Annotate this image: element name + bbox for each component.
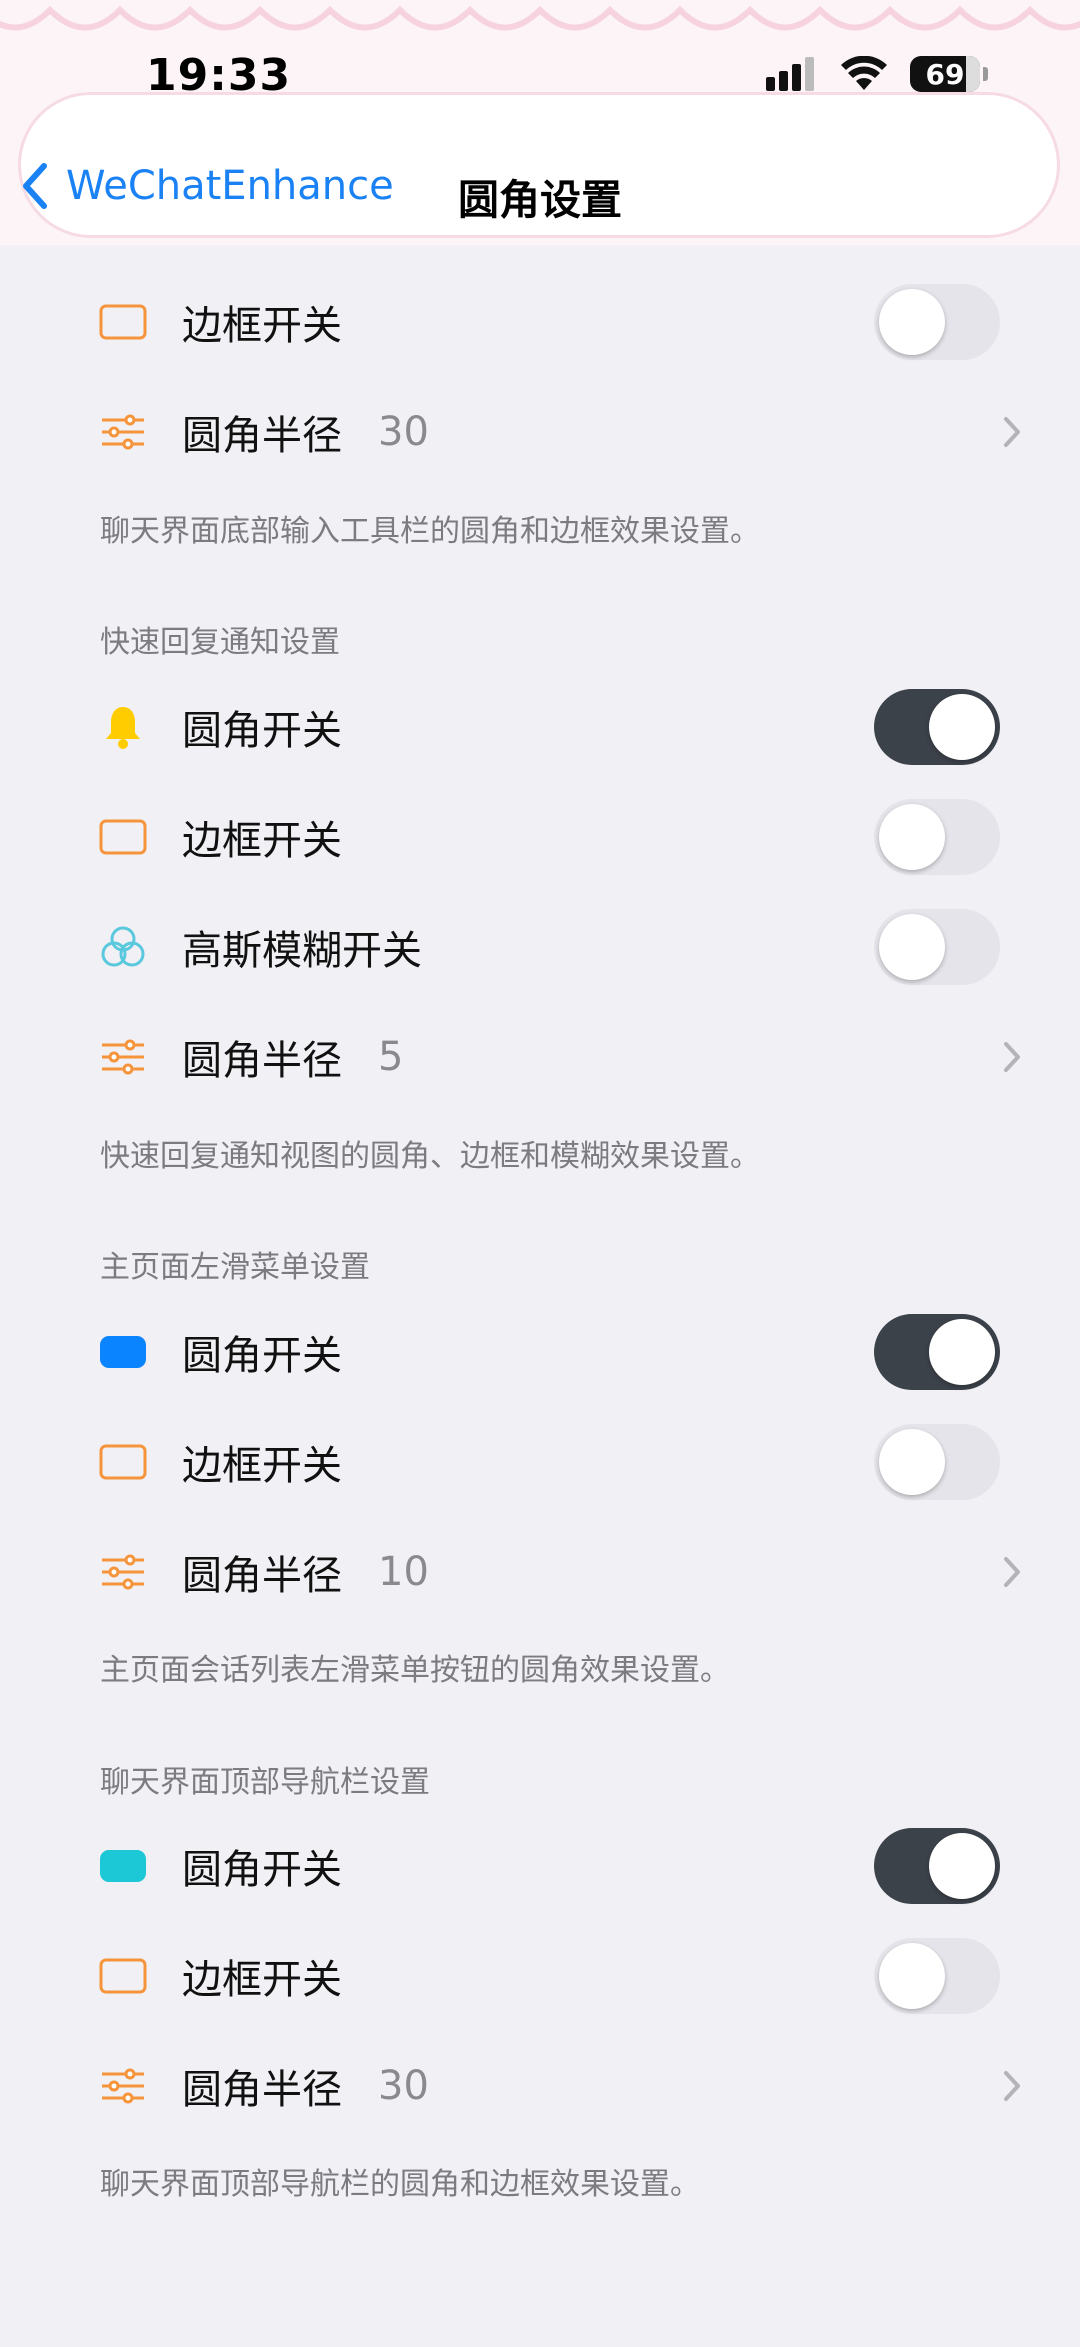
teal-rounded-rect-icon [98, 1841, 148, 1891]
border-toggle[interactable] [874, 1938, 1000, 2014]
section-footer: 快速回复通知视图的圆角、边框和模糊效果设置。 [100, 1139, 760, 1174]
notify-border-toggle-row[interactable]: 边框开关 [0, 782, 1080, 892]
status-time: 19:33 [146, 50, 292, 101]
row-label: 边框开关 [182, 303, 342, 349]
blur-circles-icon [98, 922, 148, 972]
swipe-radius-toggle-row[interactable]: 圆角开关 [0, 1297, 1080, 1407]
radius-toggle[interactable] [874, 1314, 1000, 1390]
radius-toggle[interactable] [874, 1828, 1000, 1904]
section-header: 聊天界面顶部导航栏设置 [100, 1765, 430, 1800]
blue-rounded-rect-icon [98, 1327, 148, 1377]
chevron-left-icon [23, 163, 47, 209]
border-square-icon [98, 1951, 148, 2001]
notify-radius-toggle-row[interactable]: 圆角开关 [0, 672, 1080, 782]
border-toggle[interactable] [874, 799, 1000, 875]
radius-value: 10 [378, 1549, 429, 1595]
row-label: 圆角开关 [182, 1847, 342, 1893]
navigation-header: 19:33 69 WeChatEnhance 圆角设置 [0, 0, 1080, 245]
row-label: 圆角半径 [182, 2067, 342, 2113]
back-button[interactable]: WeChatEnhance [20, 162, 394, 210]
cellular-signal-icon [766, 57, 814, 91]
navbar-radius-toggle-row[interactable]: 圆角开关 [0, 1811, 1080, 1921]
row-label: 边框开关 [182, 1443, 342, 1489]
battery-icon: 69 [910, 56, 988, 92]
sliders-icon [98, 1547, 148, 1597]
navbar-border-toggle-row[interactable]: 边框开关 [0, 1921, 1080, 2031]
section-footer: 聊天界面顶部导航栏的圆角和边框效果设置。 [100, 2167, 700, 2202]
sliders-icon [98, 2061, 148, 2111]
row-label: 圆角开关 [182, 1333, 342, 1379]
border-toggle[interactable] [874, 1424, 1000, 1500]
section-footer: 聊天界面底部输入工具栏的圆角和边框效果设置。 [100, 514, 760, 549]
row-label: 圆角半径 [182, 413, 342, 459]
chevron-right-icon [1004, 1042, 1020, 1072]
swipe-border-toggle-row[interactable]: 边框开关 [0, 1407, 1080, 1517]
row-label: 圆角半径 [182, 1038, 342, 1084]
chevron-right-icon [1004, 417, 1020, 447]
page-title: 圆角设置 [458, 176, 622, 224]
notify-radius-row[interactable]: 圆角半径 5 [0, 1002, 1080, 1112]
battery-level: 69 [925, 57, 965, 91]
swipe-radius-row[interactable]: 圆角半径 10 [0, 1517, 1080, 1627]
row-label: 圆角半径 [182, 1553, 342, 1599]
chevron-right-icon [1004, 2071, 1020, 2101]
radius-value: 30 [378, 409, 429, 455]
section-header: 快速回复通知设置 [100, 625, 340, 660]
row-label: 边框开关 [182, 1957, 342, 2003]
radius-value: 5 [378, 1034, 404, 1080]
row-label: 圆角开关 [182, 708, 342, 754]
toolbar-radius-row[interactable]: 圆角半径 30 [0, 377, 1080, 487]
wifi-icon [841, 56, 887, 90]
row-label: 高斯模糊开关 [182, 928, 422, 974]
sliders-icon [98, 1032, 148, 1082]
row-label: 边框开关 [182, 818, 342, 864]
navbar-radius-row[interactable]: 圆角半径 30 [0, 2031, 1080, 2141]
bell-icon [98, 702, 148, 752]
radius-value: 30 [378, 2063, 429, 2109]
back-label: WeChatEnhance [66, 163, 394, 209]
sliders-icon [98, 407, 148, 457]
blur-toggle[interactable] [874, 909, 1000, 985]
border-square-icon [98, 812, 148, 862]
border-square-icon [98, 297, 148, 347]
notify-blur-toggle-row[interactable]: 高斯模糊开关 [0, 892, 1080, 1002]
border-toggle[interactable] [874, 284, 1000, 360]
section-header: 主页面左滑菜单设置 [100, 1250, 370, 1285]
scallop-decoration [0, 5, 1080, 31]
status-icons: 69 [766, 56, 988, 92]
toolbar-border-toggle-row[interactable]: 边框开关 [0, 267, 1080, 377]
radius-toggle[interactable] [874, 689, 1000, 765]
chevron-right-icon [1004, 1557, 1020, 1587]
section-footer: 主页面会话列表左滑菜单按钮的圆角效果设置。 [100, 1653, 730, 1688]
border-square-icon [98, 1437, 148, 1487]
